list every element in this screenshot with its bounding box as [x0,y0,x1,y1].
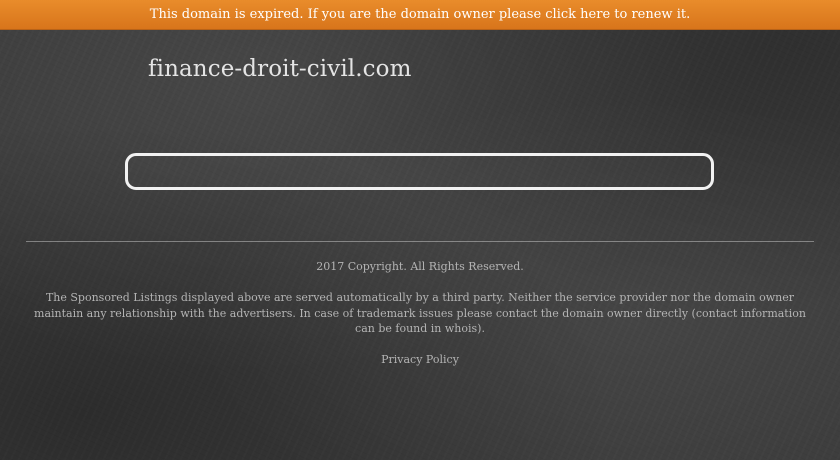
site-title: finance-droit-civil.com [148,56,412,82]
sponsored-listings-disclaimer: The Sponsored Listings displayed above a… [34,291,806,335]
footer-divider [26,241,814,242]
search-input[interactable] [125,153,714,190]
copyright-text: 2017 Copyright. All Rights Reserved. [316,260,524,273]
domain-expired-banner[interactable]: This domain is expired. If you are the d… [0,0,840,30]
privacy-policy-row: Privacy Policy [0,352,840,368]
privacy-policy-link[interactable]: Privacy Policy [381,353,459,366]
